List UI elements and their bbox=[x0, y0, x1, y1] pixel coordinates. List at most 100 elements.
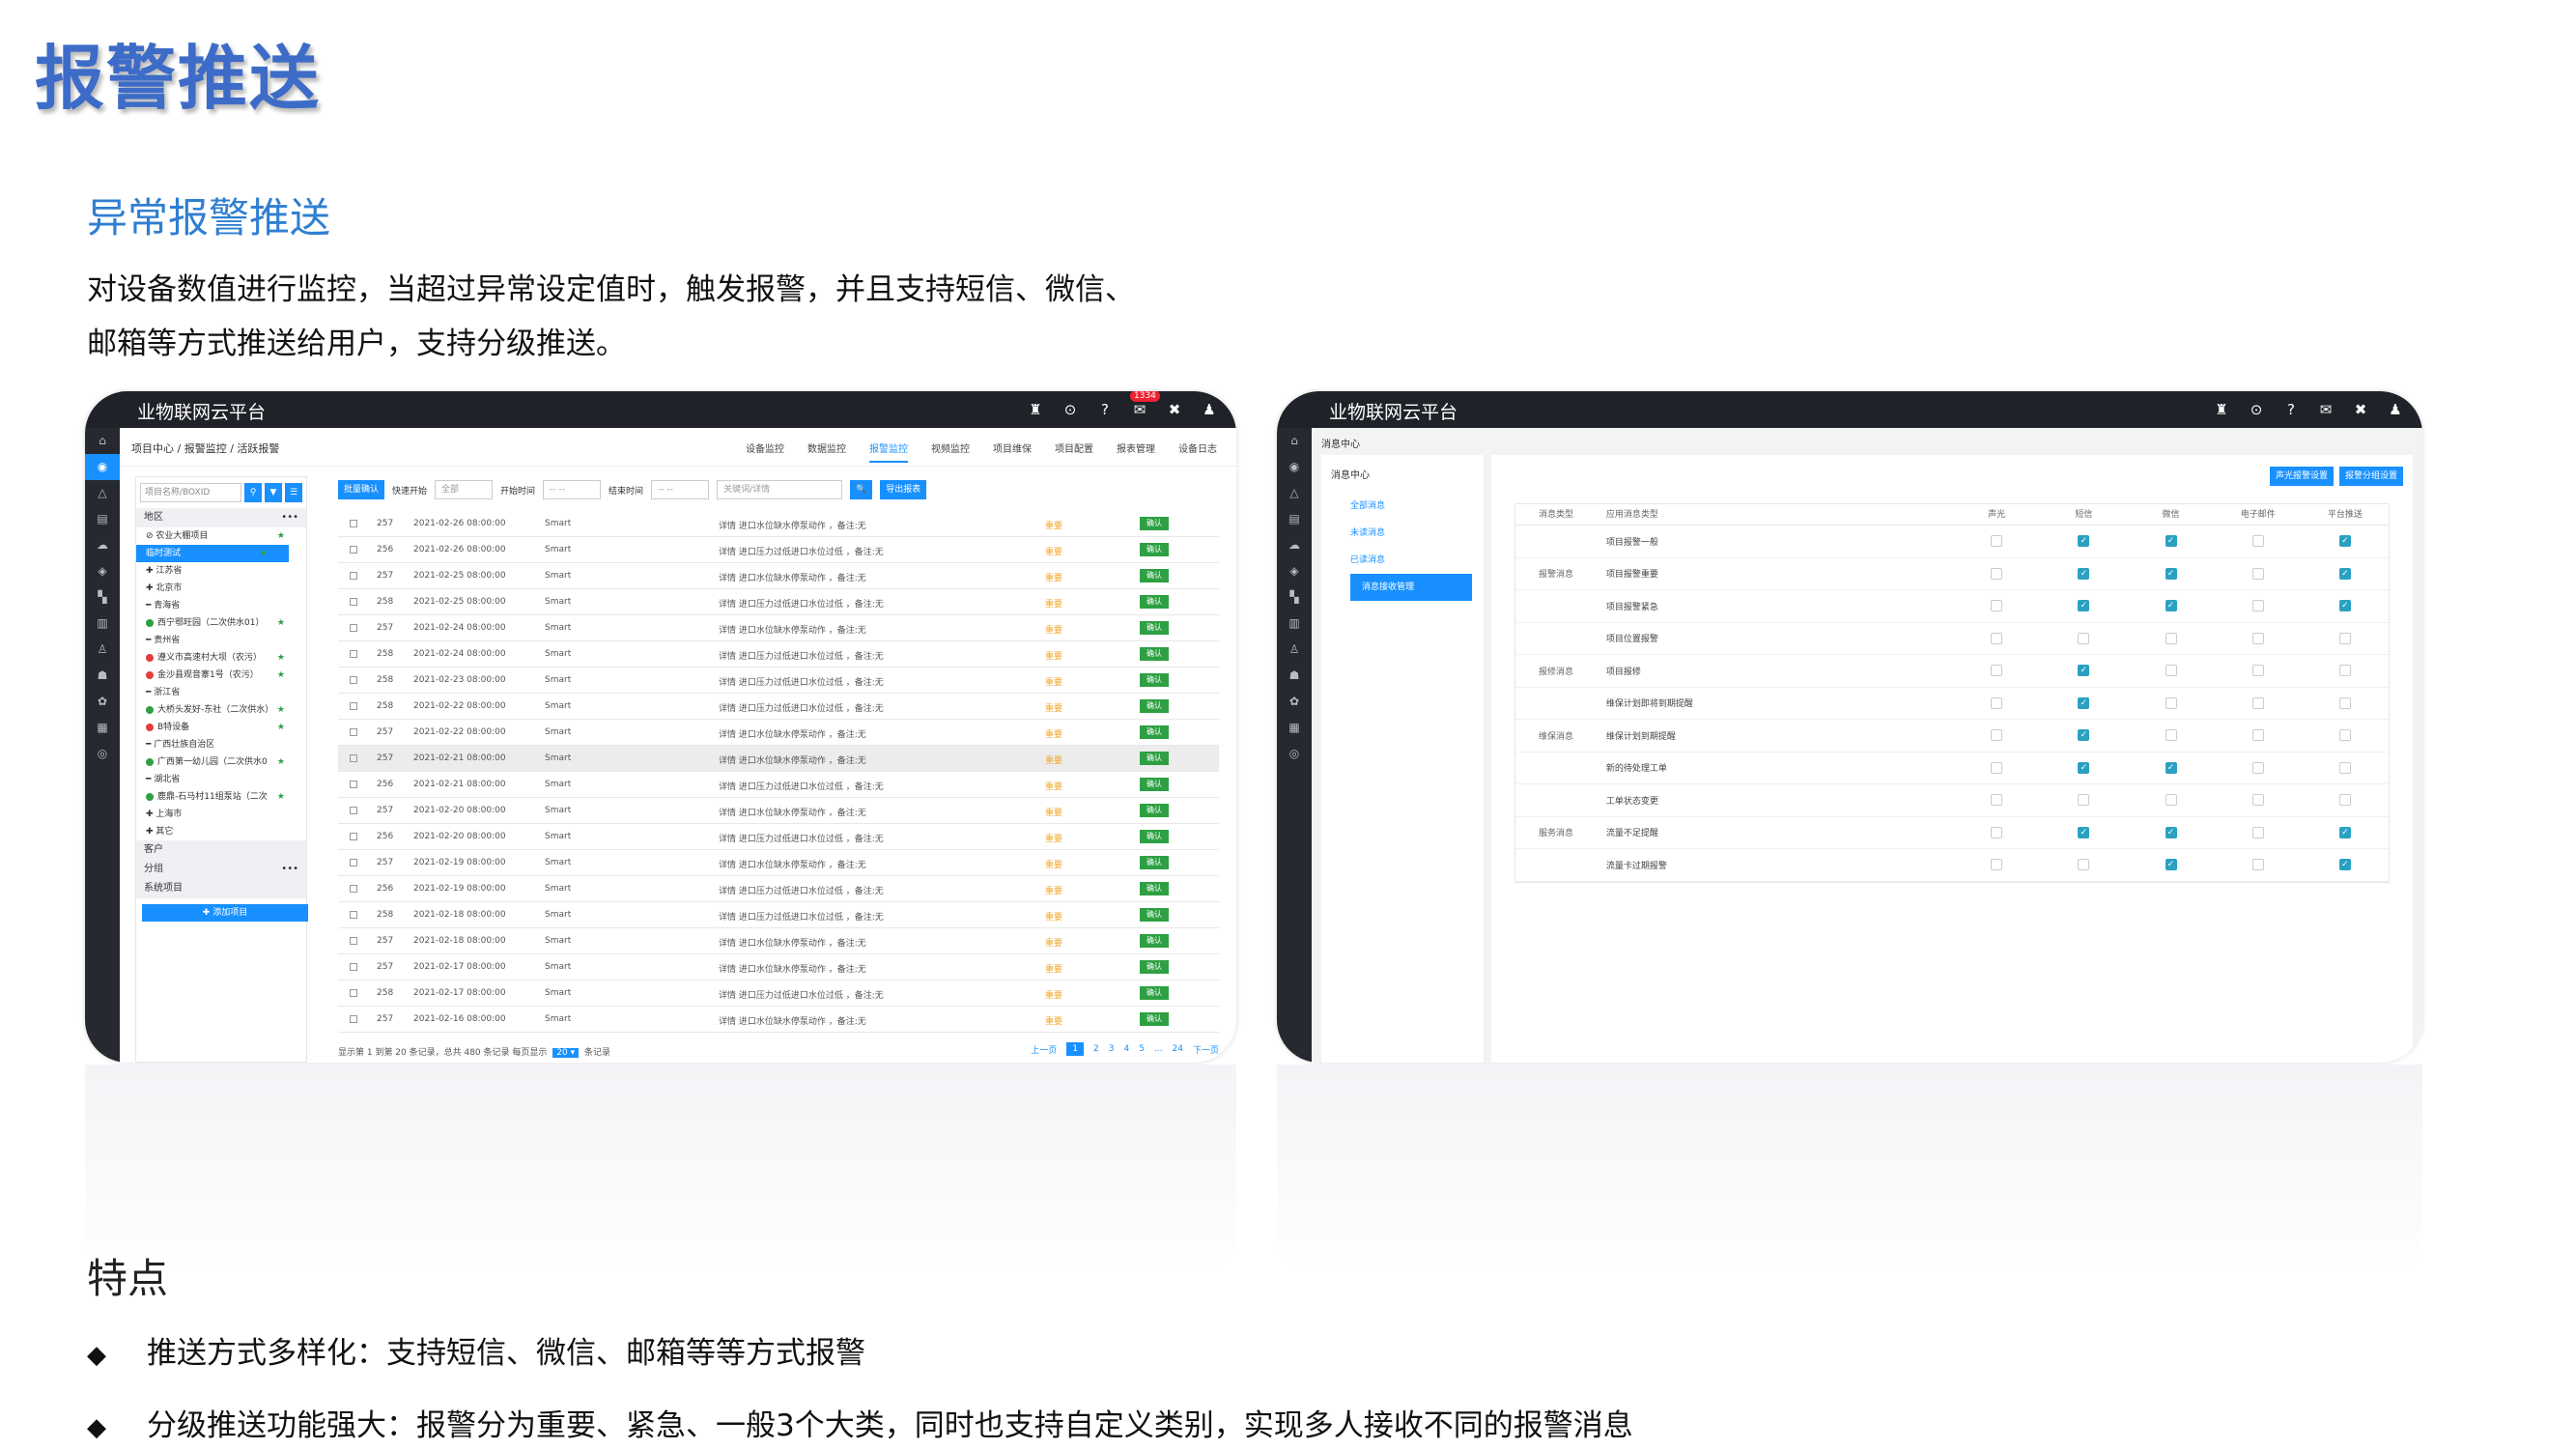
checked-checkbox[interactable]: ✓ bbox=[2165, 567, 2177, 580]
fullscreen-icon[interactable]: ✖ bbox=[1165, 400, 1184, 419]
gear-icon[interactable]: ✿ bbox=[85, 689, 120, 715]
page-link[interactable]: 4 bbox=[1123, 1044, 1129, 1054]
user-icon[interactable]: ♟ bbox=[2386, 400, 2405, 419]
unchecked-checkbox[interactable] bbox=[2078, 632, 2090, 644]
tree-section-customer[interactable]: 客户 bbox=[136, 840, 306, 860]
alarm-icon[interactable]: ☗ bbox=[1277, 663, 1312, 689]
tree-node[interactable]: ✚ 上海市 bbox=[136, 806, 306, 823]
project-search-input[interactable]: 项目名称/BOXID bbox=[140, 483, 241, 502]
unchecked-checkbox[interactable] bbox=[2338, 761, 2351, 774]
unchecked-checkbox[interactable] bbox=[1991, 600, 2003, 612]
tree-node[interactable]: ━ 贵州省 bbox=[136, 632, 306, 649]
table-row[interactable]: 257 2021-02-19 08:00:00 Smart 详情 进口水位缺水停泵动作… bbox=[338, 850, 1219, 876]
confirm-button[interactable]: 确认 bbox=[1140, 1012, 1169, 1026]
table-row[interactable]: 257 2021-02-20 08:00:00 Smart 详情 进口水位缺水停泵动作… bbox=[338, 798, 1219, 824]
star-icon[interactable]: ★ bbox=[260, 545, 268, 562]
table-row[interactable]: 258 2021-02-22 08:00:00 Smart 详情 进口压力过低进口水位… bbox=[338, 694, 1219, 720]
row-checkbox[interactable] bbox=[350, 702, 357, 710]
tab-data-monitor[interactable]: 数据监控 bbox=[807, 440, 846, 463]
row-checkbox[interactable] bbox=[350, 520, 357, 527]
tab-maintenance[interactable]: 项目维保 bbox=[993, 440, 1032, 463]
page-link[interactable]: 24 bbox=[1173, 1044, 1183, 1054]
tree-node[interactable]: ━ 青海省 bbox=[136, 597, 306, 614]
unchecked-checkbox[interactable] bbox=[2251, 729, 2264, 742]
unchecked-checkbox[interactable] bbox=[2338, 729, 2351, 742]
msg-receive-manage-link[interactable]: 消息接收管理 bbox=[1350, 574, 1472, 601]
row-checkbox[interactable] bbox=[350, 598, 357, 606]
unchecked-checkbox[interactable] bbox=[2251, 761, 2264, 774]
page-link[interactable]: 2 bbox=[1093, 1044, 1099, 1054]
tree-node[interactable]: ✚ 北京市 bbox=[136, 580, 306, 597]
star-icon[interactable]: ★ bbox=[277, 753, 285, 771]
unchecked-checkbox[interactable] bbox=[1991, 632, 2003, 644]
tab-device-log[interactable]: 设备日志 bbox=[1178, 440, 1217, 463]
checked-checkbox[interactable]: ✓ bbox=[2338, 567, 2351, 580]
chart-icon[interactable]: ▚ bbox=[1277, 584, 1312, 611]
list-icon[interactable]: ☰ bbox=[285, 483, 302, 502]
export-report-button[interactable]: 导出报表 bbox=[880, 480, 927, 499]
msg-unread-link[interactable]: 未读消息 bbox=[1350, 520, 1472, 547]
unchecked-checkbox[interactable] bbox=[2165, 696, 2177, 709]
unchecked-checkbox[interactable] bbox=[2338, 665, 2351, 677]
star-icon[interactable]: ★ bbox=[277, 701, 285, 719]
unchecked-checkbox[interactable] bbox=[2165, 794, 2177, 807]
table-row[interactable]: 257 2021-02-22 08:00:00 Smart 详情 进口水位缺水停泵动作… bbox=[338, 720, 1219, 746]
unchecked-checkbox[interactable] bbox=[2251, 794, 2264, 807]
star-icon[interactable]: ★ bbox=[277, 719, 285, 736]
row-checkbox[interactable] bbox=[350, 859, 357, 867]
row-checkbox[interactable] bbox=[350, 546, 357, 554]
checked-checkbox[interactable]: ✓ bbox=[2165, 600, 2177, 612]
tree-node[interactable]: ✚ 江苏省 bbox=[136, 562, 306, 580]
star-icon[interactable]: ★ bbox=[277, 788, 285, 806]
checked-checkbox[interactable]: ✓ bbox=[2165, 535, 2177, 548]
settings-icon[interactable]: ⊙ bbox=[1061, 400, 1080, 419]
table-row[interactable]: 258 2021-02-18 08:00:00 Smart 详情 进口压力过低进口水位… bbox=[338, 902, 1219, 928]
tab-video-monitor[interactable]: 视频监控 bbox=[931, 440, 970, 463]
doc-icon[interactable]: ▦ bbox=[1277, 715, 1312, 741]
end-time-input[interactable]: -- -- bbox=[651, 480, 710, 499]
checked-checkbox[interactable]: ✓ bbox=[2165, 761, 2177, 774]
checked-checkbox[interactable]: ✓ bbox=[2338, 600, 2351, 612]
db-icon[interactable]: ◎ bbox=[1277, 741, 1312, 767]
tree-node[interactable]: ✚ 其它 bbox=[136, 823, 306, 840]
confirm-button[interactable]: 确认 bbox=[1140, 908, 1169, 922]
unchecked-checkbox[interactable] bbox=[2251, 859, 2264, 871]
doc-icon[interactable]: ▥ bbox=[1277, 611, 1312, 637]
quick-start-select[interactable]: 全部 bbox=[435, 480, 494, 499]
unchecked-checkbox[interactable] bbox=[1991, 696, 2003, 709]
table-row[interactable]: 256 2021-02-21 08:00:00 Smart 详情 进口压力过低进口水位… bbox=[338, 772, 1219, 798]
unchecked-checkbox[interactable] bbox=[2251, 535, 2264, 548]
search-icon[interactable]: ⚲ bbox=[244, 483, 262, 502]
alarm-icon[interactable]: ☗ bbox=[85, 663, 120, 689]
table-row[interactable]: 256 2021-02-26 08:00:00 Smart 详情 进口压力过低进口水位… bbox=[338, 537, 1219, 563]
table-row[interactable]: 258 2021-02-24 08:00:00 Smart 详情 进口压力过低进口水位… bbox=[338, 641, 1219, 668]
user-icon[interactable]: ♙ bbox=[1277, 637, 1312, 663]
bell-icon[interactable]: △ bbox=[1277, 480, 1312, 506]
tree-node[interactable]: 临时测试 ★ bbox=[136, 545, 289, 562]
user-icon[interactable]: ♙ bbox=[85, 637, 120, 663]
row-checkbox[interactable] bbox=[350, 833, 357, 840]
page-link[interactable]: ... bbox=[1154, 1044, 1163, 1054]
unchecked-checkbox[interactable] bbox=[2251, 632, 2264, 644]
checked-checkbox[interactable]: ✓ bbox=[2338, 859, 2351, 871]
search-button[interactable]: 🔍 bbox=[850, 480, 873, 499]
table-row[interactable]: 256 2021-02-19 08:00:00 Smart 详情 进口压力过低进口水位… bbox=[338, 876, 1219, 902]
mail-icon[interactable]: ✉ 1334 bbox=[1130, 391, 1160, 419]
page-link[interactable]: 5 bbox=[1139, 1044, 1145, 1054]
confirm-button[interactable]: 确认 bbox=[1140, 517, 1169, 530]
cloud-icon[interactable]: ☁ bbox=[85, 532, 120, 558]
table-row[interactable]: 257 2021-02-26 08:00:00 Smart 详情 进口水位缺水停泵动作… bbox=[338, 511, 1219, 537]
star-icon[interactable]: ★ bbox=[277, 649, 285, 667]
table-row[interactable]: 258 2021-02-23 08:00:00 Smart 详情 进口压力过低进口水位… bbox=[338, 668, 1219, 694]
row-checkbox[interactable] bbox=[350, 676, 357, 684]
tree-node[interactable]: 大桥头发好-东社（二次供水） ★ bbox=[136, 701, 306, 719]
cube-icon[interactable]: ◉ bbox=[1277, 454, 1312, 480]
cloud-icon[interactable]: ☁ bbox=[1277, 532, 1312, 558]
bell-icon[interactable]: △ bbox=[85, 480, 120, 506]
row-checkbox[interactable] bbox=[350, 807, 357, 814]
next-page-link[interactable]: 下一页 bbox=[1193, 1043, 1219, 1056]
unchecked-checkbox[interactable] bbox=[2338, 632, 2351, 644]
confirm-button[interactable]: 确认 bbox=[1140, 778, 1169, 791]
star-icon[interactable]: ★ bbox=[277, 527, 285, 545]
unchecked-checkbox[interactable] bbox=[2165, 632, 2177, 644]
